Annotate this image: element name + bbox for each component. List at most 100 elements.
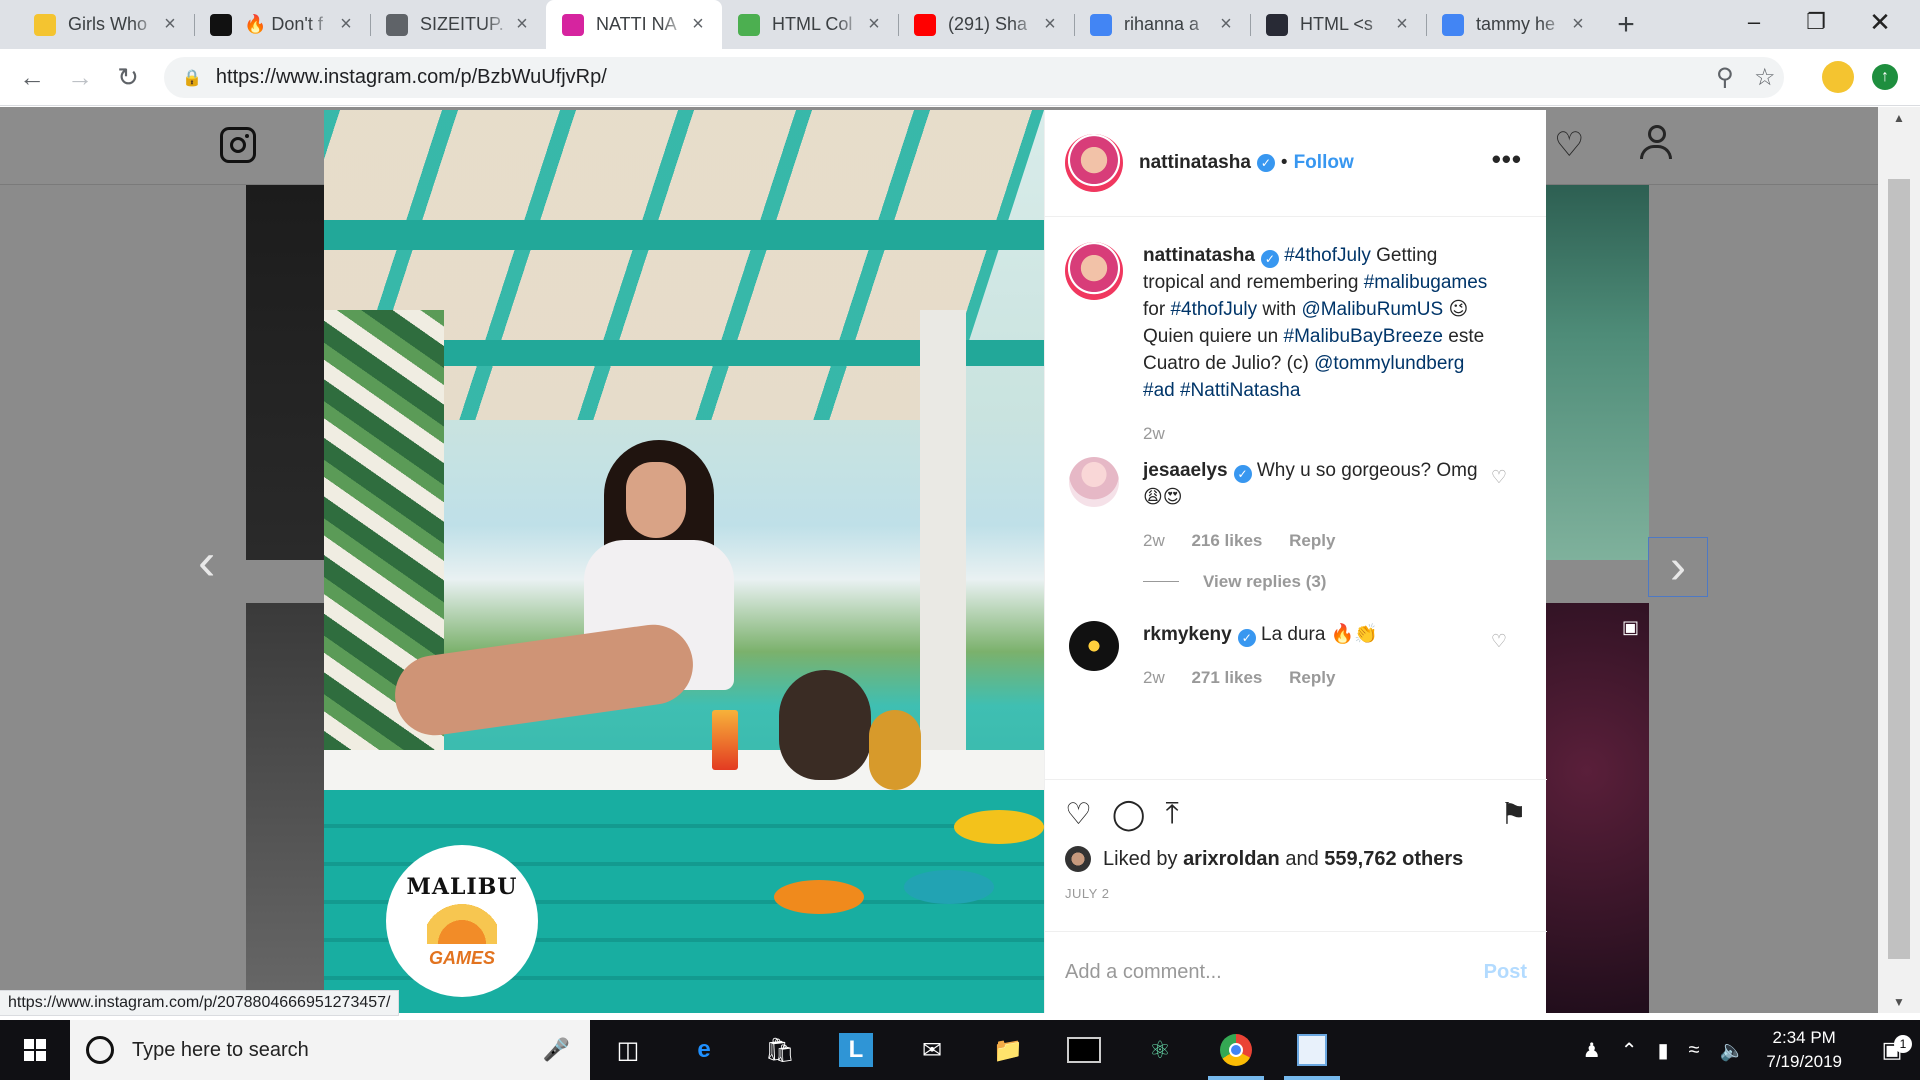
background-thumbnail[interactable]: ▣ (1545, 603, 1649, 1013)
l-app-icon[interactable]: L (818, 1020, 894, 1080)
address-url[interactable]: https://www.instagram.com/p/BzbWuUfjvRp/ (216, 66, 607, 89)
liker-avatar[interactable] (1065, 846, 1091, 872)
hashtag-link[interactable]: #4thofJuly (1170, 299, 1257, 320)
forward-icon[interactable]: → (62, 59, 98, 95)
browser-tab[interactable]: Girls Who × (18, 0, 194, 49)
scroll-down-icon[interactable]: ▼ (1878, 995, 1920, 1009)
hashtag-link[interactable]: #NattiNatasha (1180, 380, 1300, 401)
start-button[interactable] (0, 1020, 70, 1080)
share-icon[interactable]: ⤒ (1165, 797, 1178, 831)
page-scrollbar[interactable]: ▲ ▼ (1878, 107, 1920, 1013)
comment-age[interactable]: 2w (1143, 531, 1165, 550)
hashtag-link[interactable]: #ad (1143, 380, 1175, 401)
instagram-logo-icon[interactable] (220, 127, 256, 163)
restore-icon[interactable]: ❐ (1784, 0, 1848, 44)
browser-tab[interactable]: NATTI NA × (546, 0, 722, 49)
scroll-up-icon[interactable]: ▲ (1878, 111, 1920, 125)
caption-age[interactable]: 2w (1143, 424, 1165, 443)
file-explorer-icon[interactable]: 📁 (970, 1020, 1046, 1080)
microphone-icon[interactable]: 🎤 (543, 1037, 570, 1063)
post-date[interactable]: JULY 2 (1065, 886, 1527, 901)
previous-post-icon[interactable]: ‹ (198, 532, 215, 592)
atom-icon[interactable]: ⚛ (1122, 1020, 1198, 1080)
browser-tab[interactable]: (291) Sha × (898, 0, 1074, 49)
clock[interactable]: 2:34 PM 7/19/2019 (1766, 1026, 1842, 1074)
reload-icon[interactable]: ↻ (110, 59, 146, 95)
post-photo[interactable]: MALIBU GAMES (324, 110, 1044, 1013)
scrollbar-thumb[interactable] (1888, 179, 1910, 959)
hashtag-link[interactable]: #MalibuBayBreeze (1284, 326, 1443, 347)
post-username[interactable]: nattinatasha (1139, 152, 1251, 174)
save-bookmark-icon[interactable]: ⚑ (1500, 797, 1527, 832)
profile-icon[interactable] (1640, 125, 1674, 161)
next-post-icon[interactable]: › (1648, 537, 1708, 597)
hashtag-link[interactable]: #malibugames (1364, 272, 1488, 293)
follow-button[interactable]: Follow (1294, 152, 1354, 174)
browser-tab[interactable]: tammy he × (1426, 0, 1602, 49)
hashtag-link[interactable]: @MalibuRumUS (1301, 299, 1443, 320)
hashtag-link[interactable]: @tommylundberg (1314, 353, 1464, 374)
post-comment-button[interactable]: Post (1484, 961, 1527, 984)
background-thumbnail[interactable] (246, 185, 326, 560)
comment-icon[interactable]: ◯ (1112, 797, 1146, 832)
avatar[interactable] (1069, 621, 1119, 671)
paint-icon[interactable] (1274, 1020, 1350, 1080)
add-comment-input[interactable]: Add a comment... (1065, 961, 1222, 984)
people-icon[interactable]: ♟ (1583, 1038, 1601, 1063)
background-thumbnail[interactable] (246, 603, 326, 1013)
browser-tab[interactable]: HTML Col × (722, 0, 898, 49)
new-tab-button[interactable]: + (1602, 0, 1650, 49)
profile-avatar[interactable] (1822, 61, 1854, 93)
avatar[interactable] (1069, 457, 1119, 507)
reply-button[interactable]: Reply (1289, 668, 1335, 687)
close-tab-icon[interactable]: × (512, 13, 532, 36)
mail-icon[interactable]: ✉ (894, 1020, 970, 1080)
like-comment-icon[interactable]: ♡ (1491, 467, 1507, 488)
avatar[interactable] (1065, 242, 1123, 300)
close-tab-icon[interactable]: × (336, 13, 356, 36)
address-bar[interactable]: 🔒 https://www.instagram.com/p/BzbWuUfjvR… (164, 57, 1784, 98)
browser-tab[interactable]: HTML <s × (1250, 0, 1426, 49)
bookmark-star-icon[interactable]: ☆ (1754, 63, 1776, 92)
comment-username[interactable]: rkmykeny (1143, 624, 1232, 645)
close-tab-icon[interactable]: × (1568, 13, 1588, 36)
notification-center-icon[interactable]: ▣ 1 (1864, 1035, 1920, 1063)
store-icon[interactable]: 🛍 (742, 1020, 818, 1080)
more-options-icon[interactable]: ••• (1492, 144, 1522, 175)
background-thumbnail[interactable] (1545, 185, 1649, 560)
comment-likes[interactable]: 271 likes (1191, 668, 1262, 687)
taskbar-search[interactable]: Type here to search 🎤 (70, 1020, 590, 1080)
comment-username[interactable]: jesaaelys (1143, 460, 1228, 481)
chrome-icon[interactable] (1198, 1020, 1274, 1080)
update-icon[interactable]: ↑ (1872, 64, 1898, 90)
battery-icon[interactable]: ▮ (1657, 1038, 1668, 1063)
caption-username[interactable]: nattinatasha (1143, 245, 1255, 266)
view-replies-button[interactable]: View replies (3) (1143, 568, 1499, 595)
volume-icon[interactable]: 🔈 (1719, 1038, 1744, 1063)
terminal-icon[interactable] (1046, 1020, 1122, 1080)
close-tab-icon[interactable]: × (160, 13, 180, 36)
comment-likes[interactable]: 216 likes (1191, 531, 1262, 550)
avatar[interactable] (1065, 134, 1123, 192)
liked-by-user[interactable]: arixroldan (1183, 848, 1280, 871)
close-tab-icon[interactable]: × (688, 13, 708, 36)
like-comment-icon[interactable]: ♡ (1491, 631, 1507, 652)
close-tab-icon[interactable]: × (864, 13, 884, 36)
edge-icon[interactable]: e (666, 1020, 742, 1080)
hashtag-link[interactable]: #4thofJuly (1284, 245, 1371, 266)
browser-tab[interactable]: 🔥 Don't f × (194, 0, 370, 49)
browser-tab[interactable]: rihanna a × (1074, 0, 1250, 49)
likes-count[interactable]: 559,762 others (1324, 848, 1463, 871)
comment-age[interactable]: 2w (1143, 668, 1165, 687)
close-tab-icon[interactable]: × (1216, 13, 1236, 36)
key-icon[interactable]: ⚲ (1716, 63, 1734, 92)
minimize-icon[interactable]: – (1722, 0, 1786, 44)
browser-tab[interactable]: SIZEITUP. × (370, 0, 546, 49)
close-tab-icon[interactable]: × (1040, 13, 1060, 36)
back-icon[interactable]: ← (14, 59, 50, 95)
close-tab-icon[interactable]: × (1392, 13, 1412, 36)
reply-button[interactable]: Reply (1289, 531, 1335, 550)
activity-heart-icon[interactable]: ♡ (1554, 125, 1584, 165)
wifi-icon[interactable]: ≈ (1688, 1039, 1699, 1062)
show-hidden-icons[interactable]: ⌃ (1621, 1038, 1638, 1063)
